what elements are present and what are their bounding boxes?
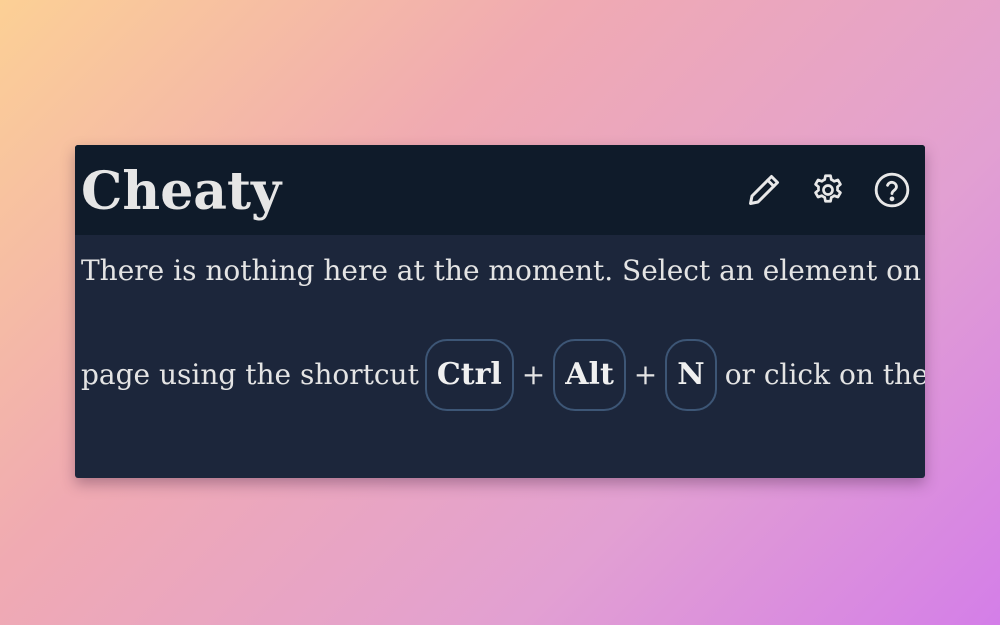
app-title: Cheaty bbox=[81, 161, 282, 222]
empty-state-line-2: page using the shortcut Ctrl + Alt + N o… bbox=[81, 337, 925, 413]
settings-button[interactable] bbox=[809, 171, 847, 209]
empty-state-line-1: There is nothing here at the moment. Sel… bbox=[81, 254, 925, 287]
header-actions bbox=[745, 171, 919, 209]
key-ctrl: Ctrl bbox=[424, 339, 514, 411]
help-button[interactable] bbox=[873, 171, 911, 209]
panel-header: Cheaty bbox=[75, 145, 925, 235]
empty-state-message: There is nothing here at the moment. Sel… bbox=[75, 235, 925, 413]
key-n: N bbox=[665, 339, 717, 411]
plus-sign: + bbox=[521, 358, 546, 391]
help-icon bbox=[874, 172, 910, 208]
shortcut-suffix-text: or click on the bbox=[724, 358, 925, 391]
key-alt: Alt bbox=[553, 339, 626, 411]
shortcut-prefix-text: page using the shortcut bbox=[81, 358, 419, 391]
edit-button[interactable] bbox=[745, 171, 783, 209]
gear-icon bbox=[814, 174, 842, 203]
plus-sign: + bbox=[633, 358, 658, 391]
pencil-icon bbox=[749, 175, 779, 205]
cheaty-panel: Cheaty There is nothing here at the mome… bbox=[75, 145, 925, 478]
